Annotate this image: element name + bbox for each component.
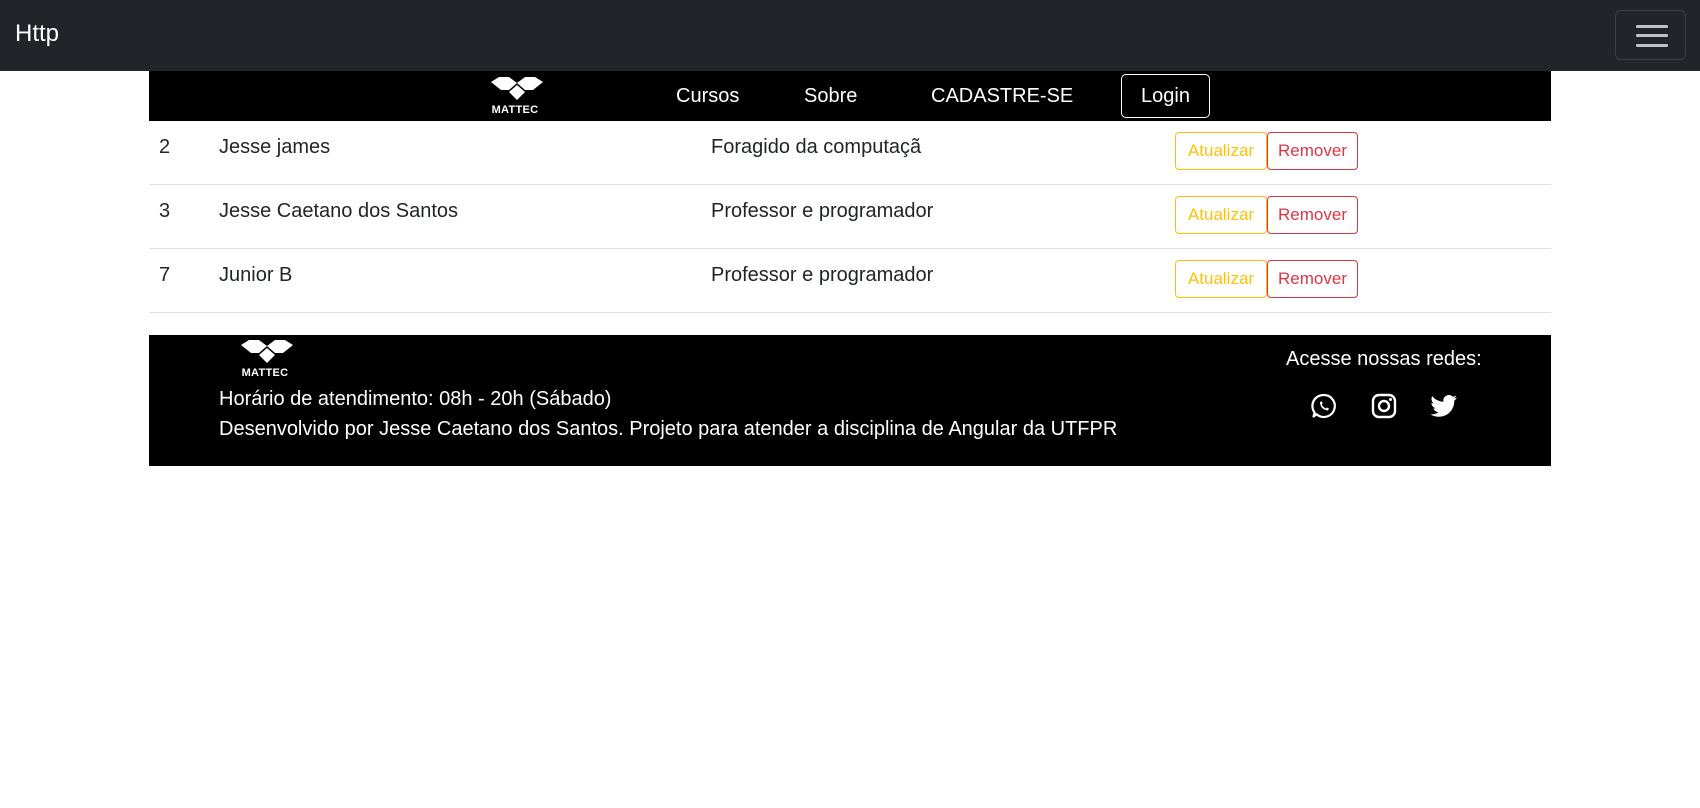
social-title: Acesse nossas redes: — [1286, 348, 1482, 370]
hamburger-icon — [1636, 25, 1668, 28]
mattec-logo-icon — [491, 77, 543, 100]
site-header: MATTEC Cursos Sobre CADASTRE-SE Login — [149, 71, 1551, 121]
twitter-icon[interactable] — [1429, 392, 1457, 420]
instagram-icon[interactable] — [1370, 392, 1398, 420]
navbar-toggler-button[interactable] — [1615, 10, 1686, 60]
mattec-logo[interactable]: MATTEC — [487, 74, 547, 120]
row-description: Foragido da computaçã — [711, 136, 922, 158]
update-button[interactable]: Atualizar — [1175, 260, 1267, 298]
opening-hours: Horário de atendimento: 08h - 20h (Sábad… — [219, 388, 612, 410]
table-row: 3 Jesse Caetano dos Santos Professor e p… — [149, 185, 1551, 249]
whatsapp-icon[interactable] — [1310, 392, 1338, 420]
table-row: 2 Jesse james Foragido da computaçã Atua… — [149, 121, 1551, 185]
update-button[interactable]: Atualizar — [1175, 196, 1267, 234]
users-table: 2 Jesse james Foragido da computaçã Atua… — [149, 121, 1551, 313]
row-id: 3 — [159, 200, 171, 222]
row-name: Jesse Caetano dos Santos — [219, 200, 459, 222]
nav-link-cursos[interactable]: Cursos — [676, 85, 739, 108]
row-id: 2 — [159, 136, 171, 158]
footer-logo: MATTEC — [237, 337, 297, 383]
login-button[interactable]: Login — [1121, 74, 1210, 118]
nav-link-sobre[interactable]: Sobre — [804, 85, 857, 108]
credits-text: Desenvolvido por Jesse Caetano dos Santo… — [219, 418, 1118, 440]
top-navbar: Http — [0, 0, 1700, 71]
table-row: 7 Junior B Professor e programador Atual… — [149, 249, 1551, 313]
remove-button[interactable]: Remover — [1267, 132, 1358, 170]
mattec-logo-icon — [241, 340, 293, 363]
site-footer: MATTEC Horário de atendimento: 08h - 20h… — [149, 335, 1551, 466]
remove-button[interactable]: Remover — [1267, 196, 1358, 234]
row-id: 7 — [159, 264, 171, 286]
row-description: Professor e programador — [711, 200, 934, 222]
remove-button[interactable]: Remover — [1267, 260, 1358, 298]
nav-link-cadastre-se[interactable]: CADASTRE-SE — [931, 85, 1073, 108]
logo-text: MATTEC — [241, 367, 289, 379]
row-name: Junior B — [219, 264, 293, 286]
update-button[interactable]: Atualizar — [1175, 132, 1267, 170]
navbar-brand[interactable]: Http — [15, 20, 59, 48]
row-name: Jesse james — [219, 136, 331, 158]
row-description: Professor e programador — [711, 264, 934, 286]
logo-text: MATTEC — [491, 104, 539, 116]
